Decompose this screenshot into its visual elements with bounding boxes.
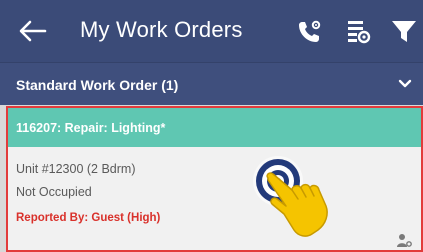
- phone-settings-icon[interactable]: [296, 17, 324, 45]
- unit-label: Unit #12300 (2 Bdrm): [16, 162, 136, 176]
- arrow-left-icon[interactable]: [18, 18, 48, 44]
- app-bar: My Work Orders: [0, 0, 423, 62]
- person-settings-icon[interactable]: [396, 232, 412, 248]
- section-header-standard-work-order[interactable]: Standard Work Order (1): [0, 62, 423, 105]
- work-order-title: 116207: Repair: Lighting*: [16, 121, 166, 135]
- page-title: My Work Orders: [80, 17, 243, 42]
- reported-by-label: Reported By: Guest (High): [16, 212, 161, 224]
- work-order-card[interactable]: 116207: Repair: Lighting* Unit #12300 (2…: [6, 106, 423, 252]
- section-label: Standard Work Order (1): [16, 77, 179, 93]
- work-orders-screen: My Work Orders Standard Work Order (1) 1…: [0, 0, 423, 252]
- chevron-down-icon[interactable]: [396, 75, 414, 93]
- filter-settings-icon[interactable]: [345, 17, 373, 45]
- work-order-header[interactable]: 116207: Repair: Lighting*: [8, 108, 421, 147]
- funnel-icon[interactable]: [390, 17, 418, 45]
- pointing-hand-icon: [266, 172, 328, 237]
- occupancy-status: Not Occupied: [16, 185, 92, 199]
